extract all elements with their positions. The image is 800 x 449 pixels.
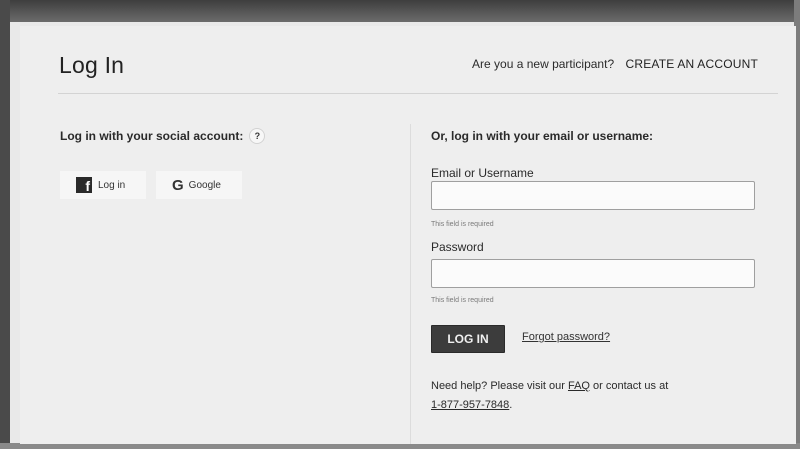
help-text-middle: or contact us at	[589, 380, 669, 392]
window-left-border	[0, 0, 10, 449]
column-divider	[410, 124, 411, 444]
password-label: Password	[431, 240, 484, 254]
social-login-heading: Log in with your social account:?	[60, 128, 266, 145]
faq-link[interactable]: FAQ	[568, 380, 590, 392]
create-account-link[interactable]: CREATE AN ACCOUNT	[625, 57, 758, 71]
forgot-password-link[interactable]: Forgot password?	[522, 331, 610, 343]
page-title: Log In	[59, 52, 125, 78]
help-text: Need help? Please visit our FAQ or conta…	[431, 377, 741, 415]
email-login-heading: Or, log in with your email or username:	[431, 129, 654, 143]
email-required-hint: This field is required	[431, 221, 494, 228]
help-text-after: .	[509, 399, 513, 411]
password-field[interactable]	[431, 259, 755, 288]
google-icon: G	[172, 176, 184, 194]
social-login-heading-text: Log in with your social account:	[60, 129, 244, 144]
login-button[interactable]: LOG IN	[431, 325, 505, 353]
login-card: Log In Are you a new participant? CREATE…	[20, 26, 796, 444]
facebook-login-label: Log in	[98, 179, 126, 191]
help-icon[interactable]: ?	[249, 128, 266, 144]
window-top-border	[0, 0, 800, 22]
facebook-icon: f	[76, 177, 92, 194]
facebook-login-button[interactable]: f Log in	[60, 171, 146, 199]
google-login-button[interactable]: G Google	[156, 171, 242, 199]
header-divider	[58, 93, 778, 94]
email-label: Email or Username	[431, 166, 534, 180]
help-text-before: Need help? Please visit our	[431, 380, 568, 392]
google-login-label: Google	[188, 179, 221, 191]
email-field[interactable]	[431, 181, 755, 210]
signup-question: Are you a new participant?	[472, 57, 615, 71]
signup-prompt: Are you a new participant? CREATE AN ACC…	[472, 57, 758, 71]
phone-link[interactable]: 1-877-957-7848	[431, 399, 509, 411]
window-frame: Log In Are you a new participant? CREATE…	[0, 0, 800, 449]
password-required-hint: This field is required	[431, 297, 494, 304]
